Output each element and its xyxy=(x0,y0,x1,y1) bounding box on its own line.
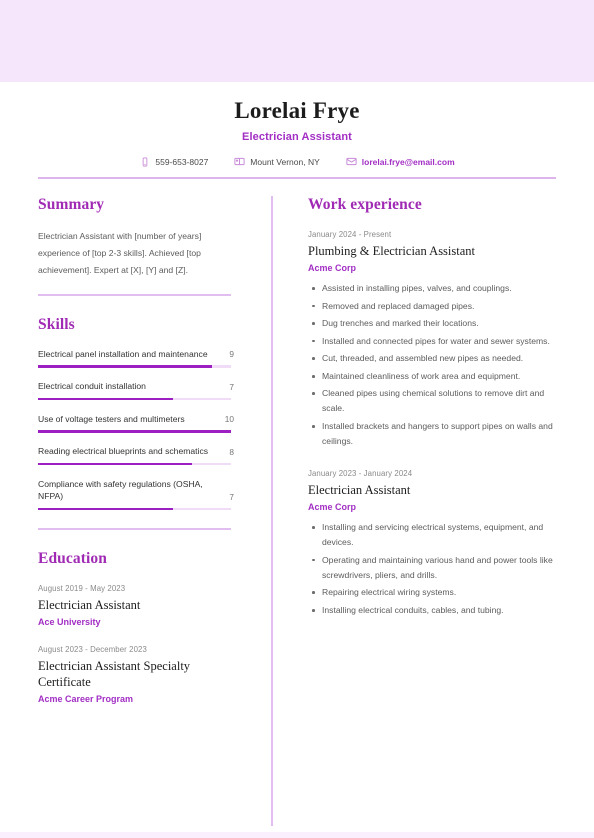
skill-name: Use of voltage testers and multimeters xyxy=(38,413,185,424)
skills-section: Skills Electrical panel installation and… xyxy=(38,316,234,530)
contact-phone-text: 559-653-8027 xyxy=(155,156,209,167)
skill-bar-fill xyxy=(38,365,212,368)
work-date: January 2024 - Present xyxy=(308,230,392,239)
work-bullet: Repairing electrical wiring systems. xyxy=(312,585,556,600)
summary-text: Electrician Assistant with [number of ye… xyxy=(38,231,202,275)
column-divider xyxy=(271,196,273,826)
education-date: August 2019 - May 2023 xyxy=(38,583,126,593)
location-icon xyxy=(234,156,245,167)
skill-score: 10 xyxy=(224,414,234,425)
work-company: Acme Corp xyxy=(308,263,357,274)
contact-email-text: lorelai.frye@email.com xyxy=(361,156,455,167)
skills-list: Electrical panel installation and mainte… xyxy=(38,348,234,511)
footer-decorative-band xyxy=(0,832,594,838)
skill-score: 8 xyxy=(229,446,234,457)
skills-divider xyxy=(38,528,231,530)
contact-email[interactable]: lorelai.frye@email.com xyxy=(346,156,455,167)
left-column: Summary Electrician Assistant with [numb… xyxy=(38,196,234,704)
work-entry: January 2024 - Present Plumbing & Electr… xyxy=(308,230,556,449)
email-icon xyxy=(346,156,357,167)
skill-bar-track xyxy=(38,430,231,433)
candidate-name: Lorelai Frye xyxy=(234,98,360,123)
skill-item: Electrical conduit installation 7 xyxy=(38,380,234,401)
work-company: Acme Corp xyxy=(308,502,357,513)
header-decorative-band xyxy=(0,0,594,82)
skill-bar-track xyxy=(38,462,231,466)
work-bullet: Maintained cleanliness of work area and … xyxy=(312,369,556,384)
education-degree: Electrician Assistant Specialty Certific… xyxy=(38,658,191,690)
education-school: Ace University xyxy=(38,616,101,627)
work-bullet: Operating and maintaining various hand a… xyxy=(312,553,556,583)
phone-icon xyxy=(139,156,150,167)
right-column: Work experience January 2024 - Present P… xyxy=(308,196,556,621)
skill-name: Electrical conduit installation xyxy=(38,381,146,392)
skill-name: Compliance with safety regulations (OSHA… xyxy=(38,478,203,502)
contact-location-text: Mount Vernon, NY xyxy=(250,156,320,167)
work-experience-title: Work experience xyxy=(308,196,422,213)
summary-title: Summary xyxy=(38,196,105,213)
skill-name: Reading electrical blueprints and schema… xyxy=(38,446,209,457)
work-role: Plumbing & Electrician Assistant xyxy=(308,244,475,258)
contact-row: 559-653-8027 Mount Vernon, NY lorelai.fr… xyxy=(0,156,594,167)
contact-phone: 559-653-8027 xyxy=(139,156,208,167)
work-bullet: Installing and servicing electrical syst… xyxy=(312,520,556,550)
skill-bar-fill xyxy=(38,430,231,433)
work-role: Electrician Assistant xyxy=(308,483,411,498)
education-degree: Electrician Assistant xyxy=(38,597,141,612)
education-section: Education August 2019 - May 2023 Electri… xyxy=(38,550,234,705)
skill-bar-track xyxy=(38,397,231,401)
skill-bar-fill xyxy=(38,462,193,466)
candidate-job-title: Electrician Assistant xyxy=(242,131,352,143)
resume-header: Lorelai Frye Electrician Assistant 559-6… xyxy=(0,82,594,167)
work-bullets: Assisted in installing pipes, valves, an… xyxy=(308,281,556,449)
work-bullet: Installing electrical conduits, cables, … xyxy=(312,603,556,618)
work-date: January 2023 - January 2024 xyxy=(308,469,413,479)
skill-name: Electrical panel installation and mainte… xyxy=(38,348,208,359)
work-bullet: Assisted in installing pipes, valves, an… xyxy=(312,281,556,296)
education-school: Acme Career Program xyxy=(38,694,134,705)
skill-score: 7 xyxy=(229,491,234,502)
work-entry: January 2023 - January 2024 Electrician … xyxy=(308,469,556,618)
work-bullet: Cut, threaded, and assembled new pipes a… xyxy=(312,351,556,366)
education-entry: August 2019 - May 2023 Electrician Assis… xyxy=(38,584,234,627)
skill-bar-track xyxy=(38,507,231,511)
work-bullet: Cleaned pipes using chemical solutions t… xyxy=(312,386,556,416)
summary-section: Summary Electrician Assistant with [numb… xyxy=(38,196,234,296)
skill-bar-track xyxy=(38,365,231,368)
contact-location: Mount Vernon, NY xyxy=(234,156,320,167)
work-bullets: Installing and servicing electrical syst… xyxy=(308,520,556,618)
education-title: Education xyxy=(38,549,107,567)
skill-score: 9 xyxy=(229,349,234,360)
skill-item: Electrical panel installation and mainte… xyxy=(38,348,234,368)
skills-title: Skills xyxy=(38,315,75,333)
work-bullet: Installed brackets and hangers to suppor… xyxy=(312,419,556,449)
skill-bar-fill xyxy=(38,507,174,511)
work-bullet: Removed and replaced damaged pipes. xyxy=(312,299,556,314)
header-divider xyxy=(38,177,556,179)
skill-bar-fill xyxy=(38,397,174,401)
skill-item: Reading electrical blueprints and schema… xyxy=(38,445,234,466)
skill-score: 7 xyxy=(229,381,234,392)
education-entry: August 2023 - December 2023 Electrician … xyxy=(38,645,234,705)
summary-divider xyxy=(38,294,231,296)
education-date: August 2023 - December 2023 xyxy=(38,644,147,654)
skill-item: Use of voltage testers and multimeters 1… xyxy=(38,413,234,433)
skill-item: Compliance with safety regulations (OSHA… xyxy=(38,478,234,511)
work-bullet: Installed and connected pipes for water … xyxy=(312,334,556,349)
work-bullet: Dug trenches and marked their locations. xyxy=(312,316,556,331)
